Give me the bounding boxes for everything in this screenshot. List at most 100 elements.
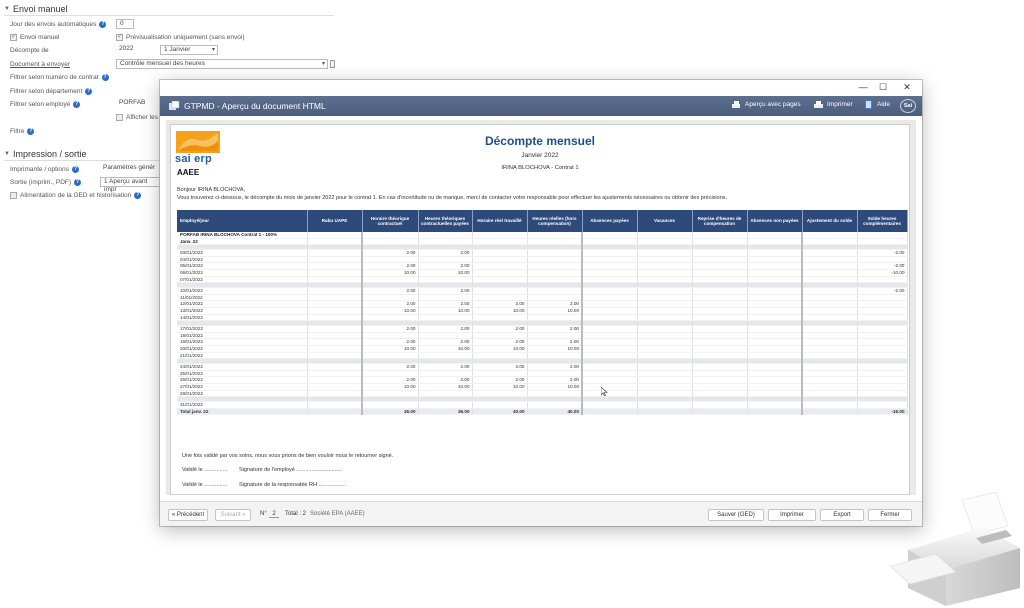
table-cell <box>472 352 528 360</box>
info-icon[interactable]: ? <box>85 87 93 95</box>
table-cell <box>857 300 908 309</box>
row-ged[interactable]: Alimentation de la GED et historisation … <box>10 190 142 200</box>
table-cell <box>747 238 803 246</box>
export-button[interactable]: Export <box>820 509 864 521</box>
table-cell <box>362 352 419 360</box>
info-icon[interactable]: ? <box>101 73 109 81</box>
info-icon[interactable]: ? <box>74 178 82 186</box>
window-titlebar: GTPMD - Aperçu du document HTML Aperçu a… <box>160 96 922 116</box>
info-icon[interactable]: ? <box>71 165 79 173</box>
close-button[interactable]: ✕ <box>898 82 916 93</box>
table-cell <box>307 338 363 346</box>
row-jour: Jour des envois automatiques ? <box>10 19 107 29</box>
table-cell <box>802 363 858 371</box>
table-cell: 20/01/2022 <box>177 345 308 353</box>
table-cell <box>692 345 748 353</box>
column-header: Absences non payées <box>747 210 803 232</box>
document-select[interactable]: Contrôle mensuel des heures ▾ <box>116 59 328 69</box>
previous-button[interactable]: « Précédent <box>168 509 208 521</box>
table-cell <box>472 256 528 264</box>
table-cell <box>418 401 473 409</box>
table-cell <box>637 383 693 391</box>
table-cell <box>637 276 693 284</box>
field-label: Filtre <box>10 127 25 135</box>
table-cell <box>747 408 803 416</box>
document-viewport[interactable]: sai erp AAEE Décompte mensuel Janvier 20… <box>166 120 916 495</box>
table-cell <box>582 332 638 340</box>
minimize-button[interactable]: — <box>854 82 872 92</box>
row-filtre-employe: Filtrer selon employé ? <box>10 99 81 109</box>
ged-checkbox[interactable] <box>10 191 17 199</box>
table-cell: 18/01/2022 <box>177 332 308 340</box>
bottom-action-bar: « Précédent Suivant » N° 2 Total : 2 Soc… <box>160 501 922 526</box>
afficher-checkbox[interactable] <box>116 113 123 121</box>
table-cell <box>307 345 363 353</box>
table-cell <box>582 269 638 277</box>
previsualisation-checkbox[interactable] <box>116 32 123 41</box>
decompte-year-input[interactable]: 2022 <box>116 45 156 55</box>
table-cell <box>692 383 748 391</box>
row-sortie: Sortie (imprim., PDF) ? <box>10 177 82 187</box>
jour-input[interactable]: 0 <box>116 19 134 29</box>
employe-input[interactable]: PORFAB <box>116 99 158 109</box>
document-edit-icon[interactable] <box>330 60 335 68</box>
column-header: Horaire réel travaillé <box>472 210 528 232</box>
field-label: Décompte de <box>10 46 49 54</box>
record-number-input[interactable]: 2 <box>269 511 279 518</box>
info-icon[interactable]: ? <box>99 20 107 28</box>
checkbox-label: Envoi manuel <box>20 33 60 41</box>
table-cell: -2.00 <box>857 262 908 271</box>
table-cell <box>472 262 528 271</box>
table-cell <box>527 370 583 378</box>
maximize-button[interactable]: ☐ <box>874 82 892 93</box>
save-ged-button[interactable]: Sauver (GED) <box>708 509 764 521</box>
section-impression[interactable]: ▼ Impression / sortie <box>4 149 86 159</box>
table-cell <box>747 249 803 257</box>
table-row: 31/01/2022 <box>177 401 908 409</box>
table-cell <box>802 352 858 360</box>
table-row: 26/01/2022 2.00 2.00 2.00 2.00 <box>177 376 908 384</box>
help-button[interactable]: Aide <box>864 100 890 109</box>
table-cell <box>527 401 583 409</box>
table-cell <box>637 325 693 333</box>
print-button[interactable]: Imprimer <box>768 509 816 521</box>
row-filtre: Filtre ? <box>10 126 35 136</box>
table-cell <box>637 338 693 346</box>
column-header: Horaire théorique contractuel <box>362 210 419 232</box>
imprimante-select[interactable]: Paramètres génér <box>100 164 162 174</box>
sortie-select[interactable]: 1 Aperçu avant impr <box>100 177 162 193</box>
info-icon[interactable]: ? <box>27 127 35 135</box>
table-cell: 10.00 <box>418 383 473 391</box>
row-previsualisation[interactable]: Prévisualisation uniquement (sans envoi) <box>116 32 245 42</box>
envoi-manuel-checkbox[interactable] <box>10 32 17 41</box>
document-link[interactable]: Document à envoyer <box>10 61 70 68</box>
table-cell <box>857 338 908 346</box>
next-button[interactable]: Suivant » <box>215 509 251 521</box>
info-icon[interactable]: ? <box>134 191 142 199</box>
preview-pages-button[interactable]: Aperçu avec pages <box>732 100 801 109</box>
table-cell <box>637 370 693 378</box>
table-cell <box>747 376 803 384</box>
info-icon[interactable]: ? <box>73 100 81 108</box>
table-row: 17/01/2022 2.00 2.00 2.00 2.00 <box>177 325 908 333</box>
table-cell <box>692 401 748 409</box>
table-cell <box>692 314 748 322</box>
table-row: 18/01/2022 <box>177 332 908 340</box>
table-cell <box>527 276 583 284</box>
table-cell: 10.00 <box>362 345 419 353</box>
print-toolbar-button[interactable]: Imprimer <box>814 100 853 109</box>
row-afficher[interactable]: Afficher les <box>116 112 158 122</box>
table-cell <box>637 269 693 277</box>
row-envoi-manuel[interactable]: Envoi manuel <box>10 32 59 42</box>
table-cell <box>527 332 583 340</box>
decompte-month-select[interactable]: 1 Janvier ▾ <box>160 45 218 55</box>
table-cell <box>582 249 638 257</box>
table-cell <box>582 238 638 246</box>
table-cell: 2.00 <box>362 249 419 257</box>
section-envoi-manuel[interactable]: ▼ Envoi manuel <box>4 4 68 14</box>
table-cell <box>802 325 858 333</box>
table-cell: 2.00 <box>527 376 583 384</box>
table-cell <box>582 376 638 384</box>
table-cell: 26/01/2022 <box>177 376 308 384</box>
table-cell <box>307 300 363 309</box>
